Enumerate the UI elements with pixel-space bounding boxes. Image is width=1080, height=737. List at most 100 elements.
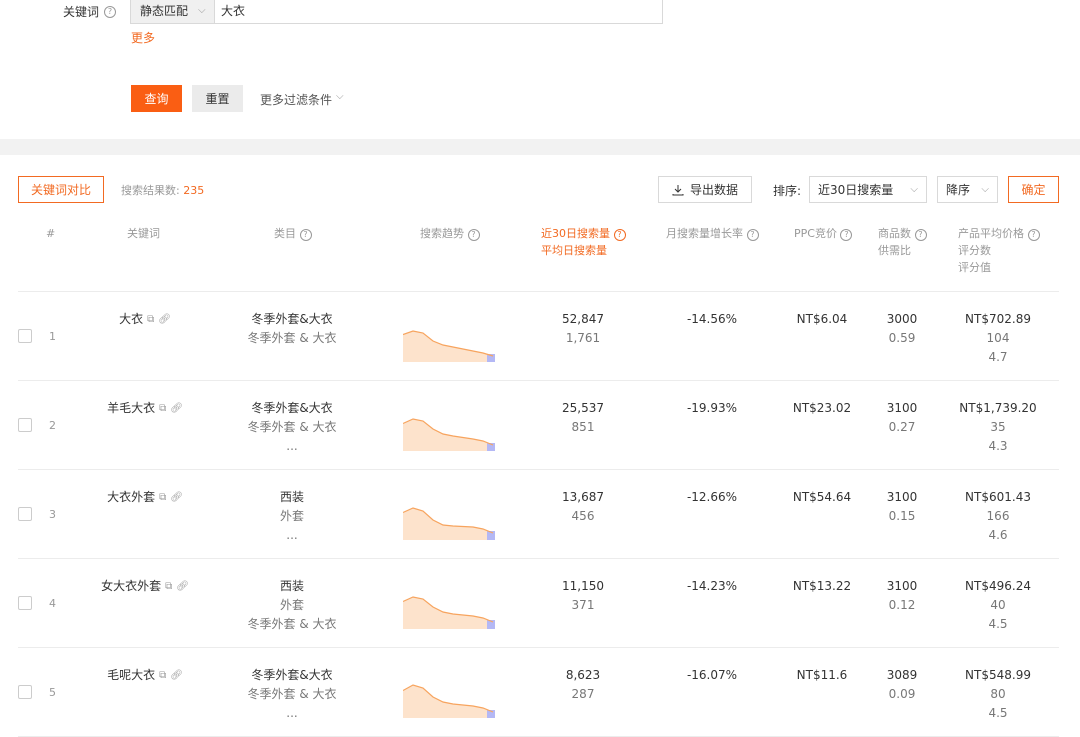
category-secondary: 冬季外套 & 大衣 xyxy=(247,687,337,701)
header-ppc: PPC竞价 ? xyxy=(794,225,853,242)
result-count: 搜索结果数: 235 xyxy=(121,184,205,197)
volume-30d: 8,623 xyxy=(565,668,601,682)
table-row[interactable]: 1 大衣 ⧉ 🔗︎ 冬季外套&大衣 冬季外套 & 大衣 52,847 1,761 -14.56%… xyxy=(0,292,1080,381)
trend-area xyxy=(403,685,493,718)
export-data-button[interactable]: 导出数据 xyxy=(658,176,752,203)
supply-demand-ratio: 0.09 xyxy=(888,687,916,701)
row-checkbox[interactable] xyxy=(18,685,32,699)
volume-30d: 13,687 xyxy=(562,490,604,504)
rating-score: 4.5 xyxy=(988,617,1008,631)
category-primary: 西装 xyxy=(279,579,304,593)
trend-sparkline[interactable] xyxy=(403,401,497,451)
query-button[interactable]: 查询 xyxy=(131,85,182,112)
row-checkbox[interactable] xyxy=(18,507,32,521)
search-volume-cell: 25,537 851 xyxy=(543,399,623,437)
link-icon[interactable]: 🔗︎ xyxy=(170,666,183,685)
product-count: 3100 xyxy=(886,401,918,415)
search-volume-cell: 52,847 1,761 xyxy=(543,310,623,348)
header-search-volume[interactable]: 近30日搜索量 ? 平均日搜索量 xyxy=(541,225,626,259)
chevron-down-icon: ⌵ xyxy=(981,184,989,195)
volume-30d: 25,537 xyxy=(562,401,604,415)
sort-select[interactable]: 近30日搜索量 ⌵ xyxy=(809,176,927,203)
table-row[interactable]: 4 女大衣外套 ⧉ 🔗︎ 西装 外套 冬季外套 & 大衣 11,150 371 -14.23% NT… xyxy=(0,559,1080,648)
row-index: 2 xyxy=(49,419,56,432)
products-cell: 3100 0.12 xyxy=(872,577,932,615)
avg-price: NT$1,739.20 xyxy=(959,401,1037,415)
link-icon[interactable]: 🔗︎ xyxy=(158,310,171,329)
rating-score: 4.7 xyxy=(988,350,1008,364)
keyword-cell: 毛呢大衣 ⧉ 🔗︎ xyxy=(90,666,200,685)
chevron-down-icon: ⌵ xyxy=(198,5,206,16)
keyword-compare-button[interactable]: 关键词对比 xyxy=(18,176,104,203)
growth-cell: -12.66% xyxy=(686,490,738,504)
reset-button[interactable]: 重置 xyxy=(192,85,243,112)
product-count: 3089 xyxy=(886,668,918,682)
products-cell: 3089 0.09 xyxy=(872,666,932,704)
keyword-text[interactable]: 女大衣外套 xyxy=(101,577,161,596)
growth-cell: -16.07% xyxy=(686,668,738,682)
keyword-cell: 女大衣外套 ⧉ 🔗︎ xyxy=(90,577,200,596)
sort-label: 排序: xyxy=(773,184,802,198)
volume-30d: 52,847 xyxy=(562,312,604,326)
external-link-icon[interactable]: ⧉ xyxy=(159,488,166,507)
category-secondary: 外套 xyxy=(279,598,304,612)
table-row[interactable]: 2 羊毛大衣 ⧉ 🔗︎ 冬季外套&大衣 冬季外套 & 大衣... 25,537 851 -19.… xyxy=(0,381,1080,470)
section-divider xyxy=(0,139,1080,155)
header-index: # xyxy=(46,227,56,240)
help-icon[interactable]: ? xyxy=(840,229,853,241)
order-select[interactable]: 降序 ⌵ xyxy=(937,176,998,203)
keyword-input[interactable] xyxy=(215,0,662,23)
more-link[interactable]: 更多 xyxy=(131,29,155,46)
price-cell: NT$702.89 104 4.7 xyxy=(948,310,1048,367)
help-icon[interactable]: ? xyxy=(914,229,927,241)
row-checkbox[interactable] xyxy=(18,329,32,343)
help-icon[interactable]: ? xyxy=(746,229,759,241)
help-icon[interactable]: ? xyxy=(104,5,117,18)
rating-score: 4.5 xyxy=(988,706,1008,720)
help-icon[interactable]: ? xyxy=(467,229,480,241)
category-more: ... xyxy=(286,706,298,720)
link-icon[interactable]: 🔗︎ xyxy=(170,399,183,418)
keyword-text[interactable]: 大衣 xyxy=(119,310,143,329)
help-icon[interactable]: ? xyxy=(299,229,312,241)
product-count: 3100 xyxy=(886,490,918,504)
keyword-text[interactable]: 毛呢大衣 xyxy=(107,666,155,685)
products-cell: 3100 0.15 xyxy=(872,488,932,526)
trend-sparkline[interactable] xyxy=(403,490,497,540)
link-icon[interactable]: 🔗︎ xyxy=(176,577,189,596)
external-link-icon[interactable]: ⧉ xyxy=(159,666,166,685)
category-primary: 冬季外套&大衣 xyxy=(251,401,333,415)
category-more: 冬季外套 & 大衣 xyxy=(247,617,337,631)
keyword-cell: 大衣 ⧉ 🔗︎ xyxy=(90,310,200,329)
trend-sparkline[interactable] xyxy=(403,668,497,718)
trend-sparkline[interactable] xyxy=(403,579,497,629)
download-icon xyxy=(672,184,684,195)
search-volume-cell: 11,150 371 xyxy=(543,577,623,615)
external-link-icon[interactable]: ⧉ xyxy=(159,399,166,418)
external-link-icon[interactable]: ⧉ xyxy=(147,310,154,329)
rating-score: 4.6 xyxy=(988,528,1008,542)
keyword-text[interactable]: 大衣外套 xyxy=(107,488,155,507)
supply-demand-ratio: 0.59 xyxy=(888,331,916,345)
ppc-cell: NT$54.64 xyxy=(792,490,852,504)
category-primary: 西装 xyxy=(279,490,304,504)
confirm-button[interactable]: 确定 xyxy=(1008,176,1059,203)
help-icon[interactable]: ? xyxy=(1027,229,1040,241)
help-icon[interactable]: ? xyxy=(613,229,626,241)
table-row[interactable]: 5 毛呢大衣 ⧉ 🔗︎ 冬季外套&大衣 冬季外套 & 大衣... 8,623 287 -16.0… xyxy=(0,648,1080,737)
rating-count: 40 xyxy=(990,598,1006,612)
keyword-text[interactable]: 羊毛大衣 xyxy=(107,399,155,418)
match-mode-select[interactable]: 静态匹配 ⌵ xyxy=(131,0,215,23)
keyword-label: 关键词 ? xyxy=(63,3,117,20)
volume-daily: 371 xyxy=(571,598,595,612)
table-row[interactable]: 3 大衣外套 ⧉ 🔗︎ 西装 外套... 13,687 456 -12.66% NT$54.64 3… xyxy=(0,470,1080,559)
trend-sparkline[interactable] xyxy=(403,312,497,362)
row-checkbox[interactable] xyxy=(18,596,32,610)
row-checkbox[interactable] xyxy=(18,418,32,432)
category-secondary: 外套 xyxy=(279,509,304,523)
more-filters-toggle[interactable]: 更多过滤条件 ⌵ xyxy=(260,91,344,108)
price-cell: NT$601.43 166 4.6 xyxy=(948,488,1048,545)
external-link-icon[interactable]: ⧉ xyxy=(165,577,172,596)
volume-daily: 1,761 xyxy=(565,331,601,345)
link-icon[interactable]: 🔗︎ xyxy=(170,488,183,507)
